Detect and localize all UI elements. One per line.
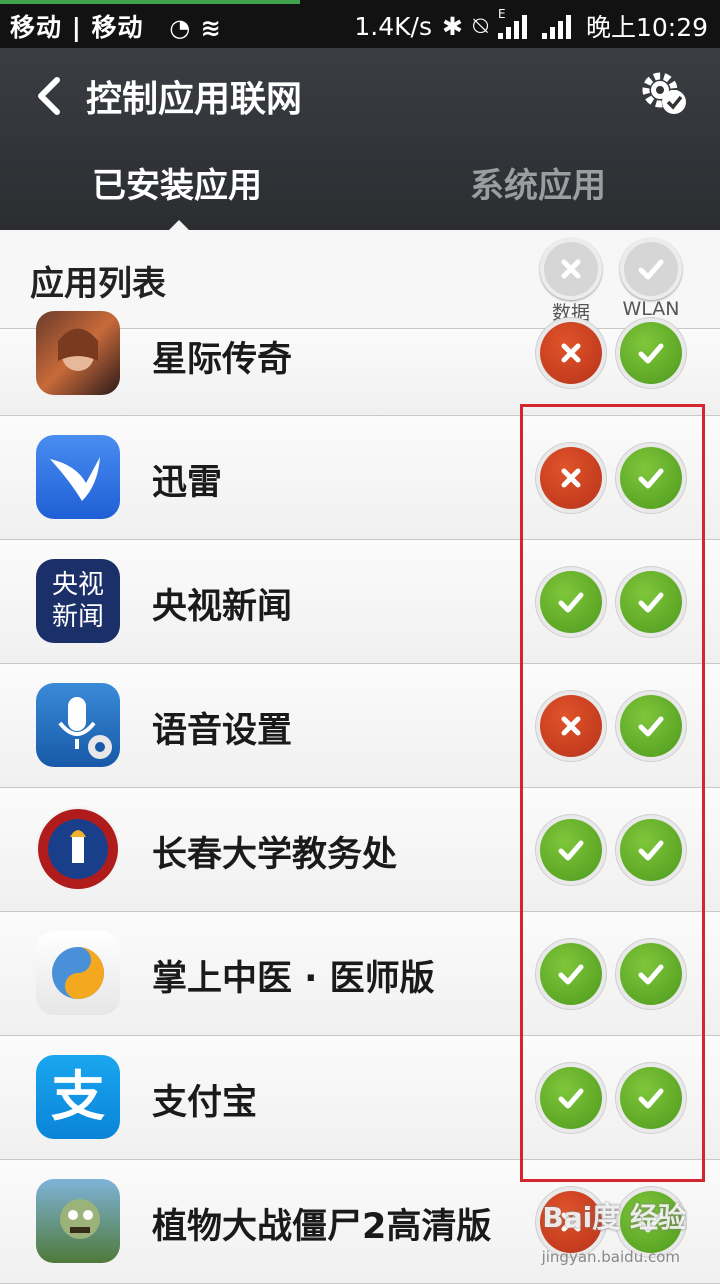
watermark-url: jingyan.baidu.com bbox=[541, 1248, 680, 1266]
app-name: 语音设置 bbox=[152, 711, 293, 751]
app-name: 长春大学教务处 bbox=[152, 835, 398, 875]
app-icon-chinese-medicine bbox=[36, 931, 120, 1015]
app-icon-thunder bbox=[36, 435, 120, 519]
close-icon bbox=[561, 259, 581, 279]
app-icon-cctv-news: 央视 新闻 bbox=[36, 559, 120, 643]
app-icon-alipay: 支 bbox=[36, 1055, 120, 1139]
toggle-all-data-button[interactable] bbox=[540, 238, 602, 300]
icon-text: 央视 bbox=[51, 570, 104, 600]
close-icon bbox=[561, 343, 581, 363]
status-icons: 1.4K/s ✱ ⍉ E 晚上10:29 bbox=[354, 7, 708, 44]
watermark-logo: Bai度 经验 bbox=[542, 1201, 686, 1234]
app-icon-game bbox=[36, 311, 120, 395]
carrier-text: 移动 | 移动 bbox=[10, 13, 144, 42]
check-icon bbox=[638, 343, 664, 364]
tab-system-apps[interactable]: 系统应用 bbox=[470, 158, 606, 207]
mute-icon: ⍉ bbox=[472, 11, 488, 40]
net-speed: 1.4K/s bbox=[354, 11, 432, 41]
page-title: 控制应用联网 bbox=[86, 79, 303, 120]
icon-text: 新闻 bbox=[51, 602, 104, 632]
download-progress bbox=[0, 0, 300, 4]
clock: 晚上10:29 bbox=[585, 13, 708, 42]
app-name: 掌上中医 · 医师版 bbox=[152, 959, 435, 999]
signal-icon bbox=[541, 13, 576, 39]
app-icon-voice-settings bbox=[36, 683, 120, 767]
icon-text: 支 bbox=[51, 1065, 105, 1128]
list-header-label: 应用列表 bbox=[30, 264, 166, 304]
settings-button[interactable] bbox=[640, 68, 690, 118]
chevron-left-icon bbox=[38, 77, 60, 115]
app-header: 控制应用联网 已安装应用 系统应用 bbox=[0, 48, 720, 234]
carrier-label: 移动 | 移动 ◔ ≋ bbox=[10, 8, 222, 44]
app-name: 央视新闻 bbox=[152, 587, 293, 627]
tab-installed-apps[interactable]: 已安装应用 bbox=[92, 158, 262, 207]
bluetooth-icon: ✱ bbox=[441, 11, 463, 41]
gear-check-icon bbox=[642, 72, 686, 114]
app-icon-university-seal bbox=[36, 807, 120, 891]
list-item: 星际传奇 bbox=[0, 311, 720, 416]
highlight-box bbox=[520, 404, 705, 1182]
data-column-caption: 数据 bbox=[551, 302, 590, 324]
app-name: 植物大战僵尸2高清版 bbox=[152, 1207, 492, 1247]
app-name: 支付宝 bbox=[152, 1083, 258, 1123]
mobile-signal-icon: E bbox=[497, 7, 532, 39]
check-icon bbox=[638, 259, 664, 280]
toggle-all-wlan-button[interactable] bbox=[620, 238, 682, 300]
app-name: 迅雷 bbox=[152, 463, 223, 503]
wlan-toggle[interactable] bbox=[620, 322, 682, 384]
wlan-column-caption: WLAN bbox=[622, 298, 680, 320]
wifi-icon: ◔ ≋ bbox=[169, 14, 222, 42]
app-icon-plants-vs-zombies bbox=[36, 1179, 120, 1263]
back-button[interactable] bbox=[28, 74, 68, 118]
data-toggle[interactable] bbox=[540, 322, 602, 384]
status-bar: 移动 | 移动 ◔ ≋ 1.4K/s ✱ ⍉ E 晚上10:29 bbox=[0, 0, 720, 48]
app-name: 星际传奇 bbox=[152, 340, 293, 380]
